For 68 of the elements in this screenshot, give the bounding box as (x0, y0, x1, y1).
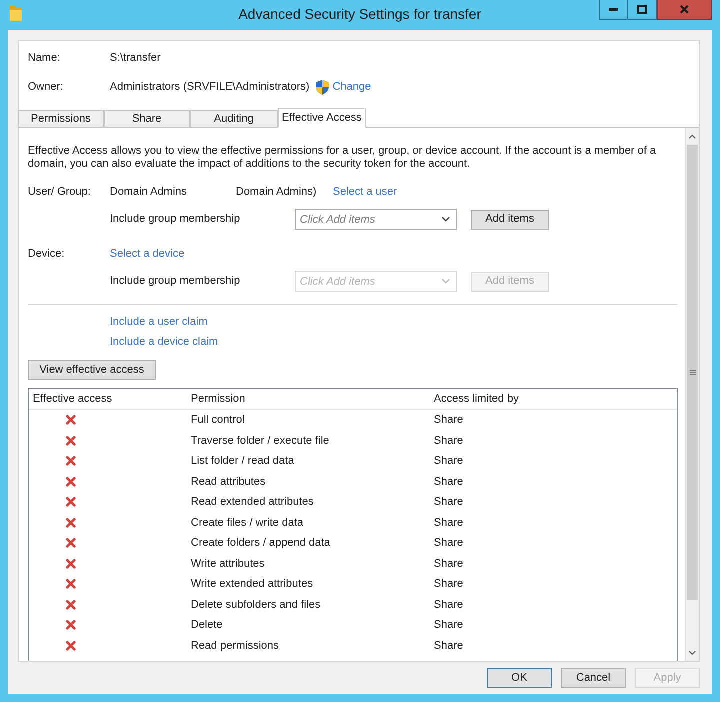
tab[interactable]: Auditing (190, 110, 278, 128)
owner-value: Administrators (SRVFILE\Administrators) (110, 80, 310, 95)
table-cell-text: Share (433, 618, 464, 633)
table-cell-text: Delete (190, 618, 224, 633)
field-label: User/ Group: (28, 184, 92, 200)
account-name: Domain Admins (110, 184, 188, 200)
scroll-up-icon[interactable] (689, 134, 696, 138)
claim-link[interactable]: Include a device claim (110, 334, 218, 350)
tab[interactable]: Permissions (18, 110, 104, 128)
close-icon (680, 5, 689, 14)
tab[interactable]: Share (104, 110, 190, 128)
scrollbar-thumb[interactable] (687, 145, 698, 600)
table-cell-text: Share (433, 454, 464, 469)
scroll-down-icon[interactable] (689, 650, 696, 654)
table-cell-text: Share (433, 536, 464, 551)
table-cell-text: Traverse folder / execute file (190, 434, 330, 448)
table-cell-text: Full control (190, 413, 246, 428)
folder-icon (10, 5, 22, 21)
table-cell-text: Share (433, 577, 464, 592)
maximize-button[interactable] (628, 0, 657, 20)
column-header[interactable]: Access limited by (430, 390, 677, 408)
column-header[interactable]: Effective access (29, 390, 187, 408)
table-cell-text: Delete subfolders and files (190, 598, 322, 612)
table-cell-text: Write attributes (190, 556, 266, 572)
window-title: Advanced Security Settings for transfer (238, 5, 482, 23)
minimize-button[interactable] (599, 0, 628, 20)
grip-icon (690, 370, 696, 375)
table-cell-text: Share (433, 434, 464, 448)
select-link[interactable]: Select a device (110, 246, 185, 262)
owner-label: Owner: (28, 80, 64, 95)
scrollbar[interactable] (685, 128, 699, 661)
table-cell-text: Share (433, 638, 464, 654)
column-header[interactable]: Permission (187, 390, 430, 408)
table-cell-text: Share (433, 495, 464, 510)
description-text: Effective Access allows you to view the effective permissions for a user, group, or device account. If the account is a member of a domain, you can also evaluate the impact of additions to the security token for the account. (28, 145, 658, 171)
chevron-down-icon (442, 279, 450, 284)
membership-label: Include group membership (110, 274, 242, 290)
change-link[interactable]: Change (332, 78, 372, 96)
table-cell-text: Create files / write data (190, 516, 304, 530)
select-link[interactable]: Select a user (333, 184, 398, 200)
view-effective-access-button[interactable]: View effective access (28, 360, 156, 380)
table-cell-text: Share (433, 598, 464, 612)
maximize-icon (637, 5, 647, 14)
table-cell-text: Write extended attributes (190, 577, 314, 592)
chevron-down-icon (442, 217, 450, 222)
field-label: Device: (28, 246, 66, 262)
table-cell-text: Share (433, 474, 464, 490)
table-cell-text: Share (433, 556, 464, 572)
table-cell-text: Share (433, 516, 464, 530)
minimize-icon (609, 8, 618, 11)
claim-link[interactable]: Include a user claim (110, 314, 208, 330)
group-combo[interactable]: Click Add items (295, 209, 457, 230)
close-button[interactable] (657, 0, 712, 20)
table-cell-text: List folder / read data (190, 454, 296, 469)
dialog-button[interactable]: Cancel (561, 668, 626, 688)
table-cell-text: Create folders / append data (190, 536, 332, 551)
membership-label: Include group membership (110, 212, 242, 228)
name-label: Name: (28, 50, 62, 66)
table-cell-text: Read permissions (190, 638, 280, 654)
dialog-button[interactable]: OK (487, 668, 552, 688)
add-items-button[interactable]: Add items (471, 210, 549, 230)
tab[interactable]: Effective Access (278, 108, 366, 128)
account-name: Domain Admins) (236, 184, 318, 200)
shield-icon (316, 80, 329, 94)
table-cell-text: Read attributes (190, 474, 267, 490)
name-value: S:\transfer (110, 50, 161, 66)
table-cell-text: Read extended attributes (190, 495, 315, 510)
table-cell-text: Share (433, 413, 464, 428)
